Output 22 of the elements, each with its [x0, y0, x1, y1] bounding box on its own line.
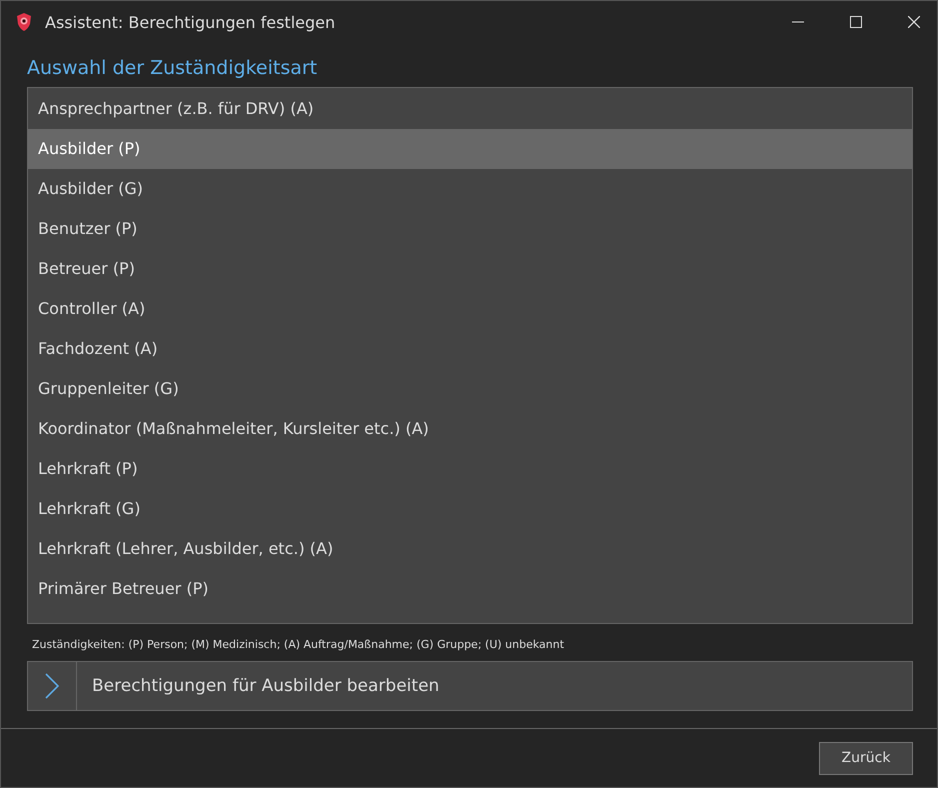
section-heading: Auswahl der Zuständigkeitsart: [27, 57, 318, 79]
list-item[interactable]: Controller (A): [28, 289, 912, 329]
list-item[interactable]: Koordinator (Maßnahmeleiter, Kursleiter etc.) (A): [28, 409, 912, 449]
list-item[interactable]: Ansprechpartner (z.B. für DRV) (A): [28, 89, 912, 129]
legend-text: Zuständigkeiten: (P) Person; (M) Medizinisch; (A) Auftrag/Maßnahme; (G) Gruppe; (U) unbekannt: [32, 638, 566, 651]
list-item[interactable]: Lehrkraft (G): [28, 489, 912, 529]
shield-icon: [15, 12, 33, 32]
list-item[interactable]: Lehrkraft (P): [28, 449, 912, 489]
list-item[interactable]: Ausbilder (P): [28, 129, 912, 169]
window-title: Assistent: Berechtigungen festlegen: [45, 12, 336, 32]
list-item[interactable]: Benutzer (P): [28, 209, 912, 249]
list-item[interactable]: Ausbilder (G): [28, 169, 912, 209]
list-item[interactable]: Betreuer (P): [28, 249, 912, 289]
list-item[interactable]: Gruppenleiter (G): [28, 369, 912, 409]
edit-permissions-button[interactable]: Berechtigungen für Ausbilder bearbeiten: [27, 661, 913, 711]
chevron-right-icon: [45, 673, 59, 699]
list-item[interactable]: Fachdozent (A): [28, 329, 912, 369]
list-item[interactable]: Primärer Betreuer (P): [28, 569, 912, 609]
list-item[interactable]: Lehrkraft (Lehrer, Ausbilder, etc.) (A): [28, 529, 912, 569]
maximize-icon[interactable]: [850, 16, 862, 28]
back-button[interactable]: Zurück: [819, 742, 913, 774]
close-icon[interactable]: [908, 16, 920, 28]
